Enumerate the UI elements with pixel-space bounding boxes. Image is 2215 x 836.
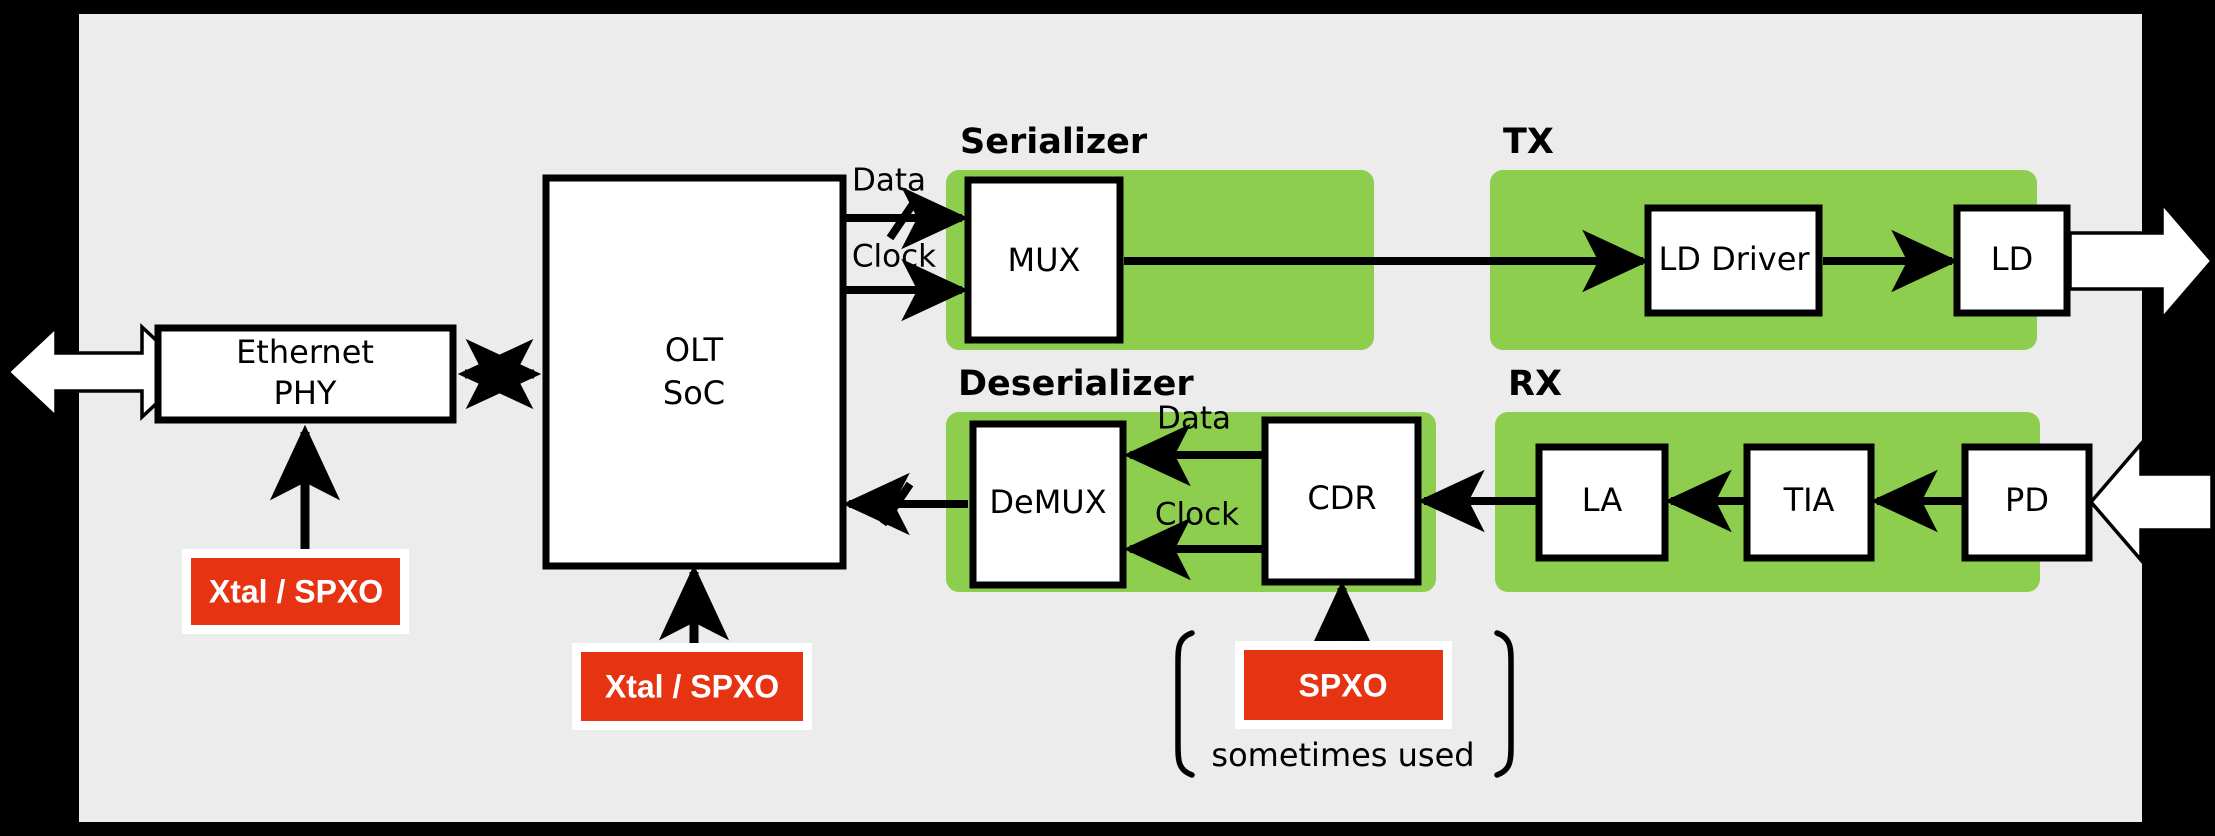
block-ethernet-phy-label-line1: Ethernet: [236, 333, 374, 371]
olt-optical-module-block-diagram: Serializer TX Deserializer RX Ethernet P…: [0, 0, 2215, 836]
oscillator-spxo-cdr-label: SPXO: [1299, 667, 1388, 703]
block-ethernet-phy-label-line2: PHY: [274, 374, 337, 412]
signal-label-rx-clock: Clock: [1155, 497, 1239, 533]
block-ld-driver-label: LD Driver: [1658, 240, 1810, 278]
diagram-root: Serializer TX Deserializer RX Ethernet P…: [0, 0, 2215, 836]
signal-label-tx-clock: Clock: [852, 239, 936, 275]
block-pd-label: PD: [2005, 481, 2049, 519]
block-mux-label: MUX: [1008, 241, 1081, 279]
block-olt-soc-label-line1: OLT: [665, 331, 724, 369]
block-ld-label: LD: [1991, 240, 2033, 278]
group-title-tx: TX: [1503, 122, 1554, 162]
block-demux-label: DeMUX: [989, 483, 1106, 521]
block-cdr-label: CDR: [1307, 479, 1376, 517]
block-tia-label: TIA: [1783, 481, 1835, 519]
optional-note-label: sometimes used: [1211, 736, 1474, 774]
group-title-rx: RX: [1508, 364, 1562, 404]
signal-label-rx-data: Data: [1157, 401, 1231, 437]
block-la-label: LA: [1582, 481, 1623, 519]
group-title-deserializer: Deserializer: [958, 364, 1194, 404]
group-title-serializer: Serializer: [960, 122, 1148, 162]
oscillator-xtal-spxo-soc-label: Xtal / SPXO: [605, 668, 779, 704]
block-olt-soc-label-line2: SoC: [663, 374, 725, 412]
block-olt-soc: [542, 174, 847, 570]
oscillator-xtal-spxo-phy-label: Xtal / SPXO: [209, 573, 383, 609]
signal-label-tx-data: Data: [852, 163, 926, 199]
